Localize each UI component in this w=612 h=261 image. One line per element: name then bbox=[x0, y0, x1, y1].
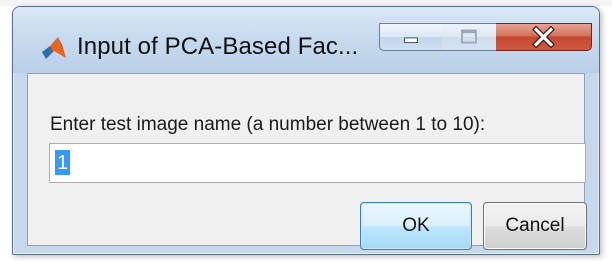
input-value[interactable]: 1 bbox=[55, 150, 71, 175]
close-button[interactable] bbox=[496, 23, 592, 51]
minimize-icon bbox=[404, 37, 418, 44]
title-bar[interactable]: Input of PCA-Based Fac... bbox=[13, 7, 599, 73]
dialog-window: Input of PCA-Based Fac... Enter test ima… bbox=[12, 6, 600, 255]
maximize-button[interactable] bbox=[442, 23, 497, 51]
window-title: Input of PCA-Based Fac... bbox=[77, 33, 359, 60]
maximize-icon bbox=[461, 29, 477, 44]
prompt-label: Enter test image name (a number between … bbox=[50, 114, 486, 135]
close-icon bbox=[532, 25, 555, 49]
cancel-button[interactable]: Cancel bbox=[483, 202, 587, 250]
matlab-logo-icon bbox=[42, 37, 66, 59]
ok-button[interactable]: OK bbox=[360, 202, 472, 250]
dialog-body: Enter test image name (a number between … bbox=[27, 73, 587, 250]
minimize-button[interactable] bbox=[379, 23, 443, 51]
test-image-name-input[interactable]: 1 bbox=[49, 143, 586, 183]
